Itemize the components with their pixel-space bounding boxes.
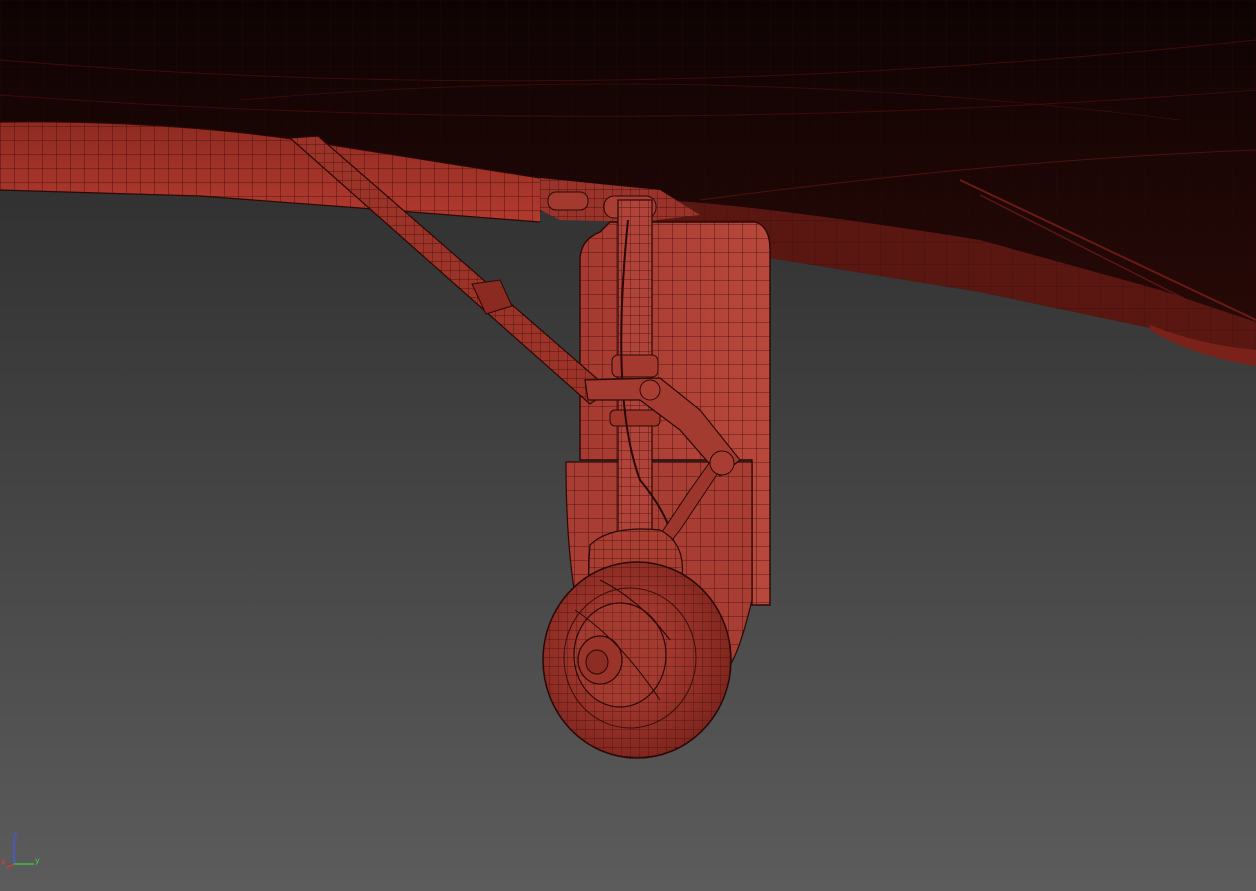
viewport-scene[interactable] (0, 0, 1256, 891)
3d-viewport[interactable]: z x y (0, 0, 1256, 891)
z-axis-label: z (13, 830, 17, 839)
nose-wheel[interactable] (542, 561, 732, 759)
axis-gizmo: z x y (1, 830, 40, 869)
x-axis-line (5, 863, 15, 869)
x-axis-label: x (1, 857, 6, 866)
y-axis-label: y (35, 856, 40, 865)
